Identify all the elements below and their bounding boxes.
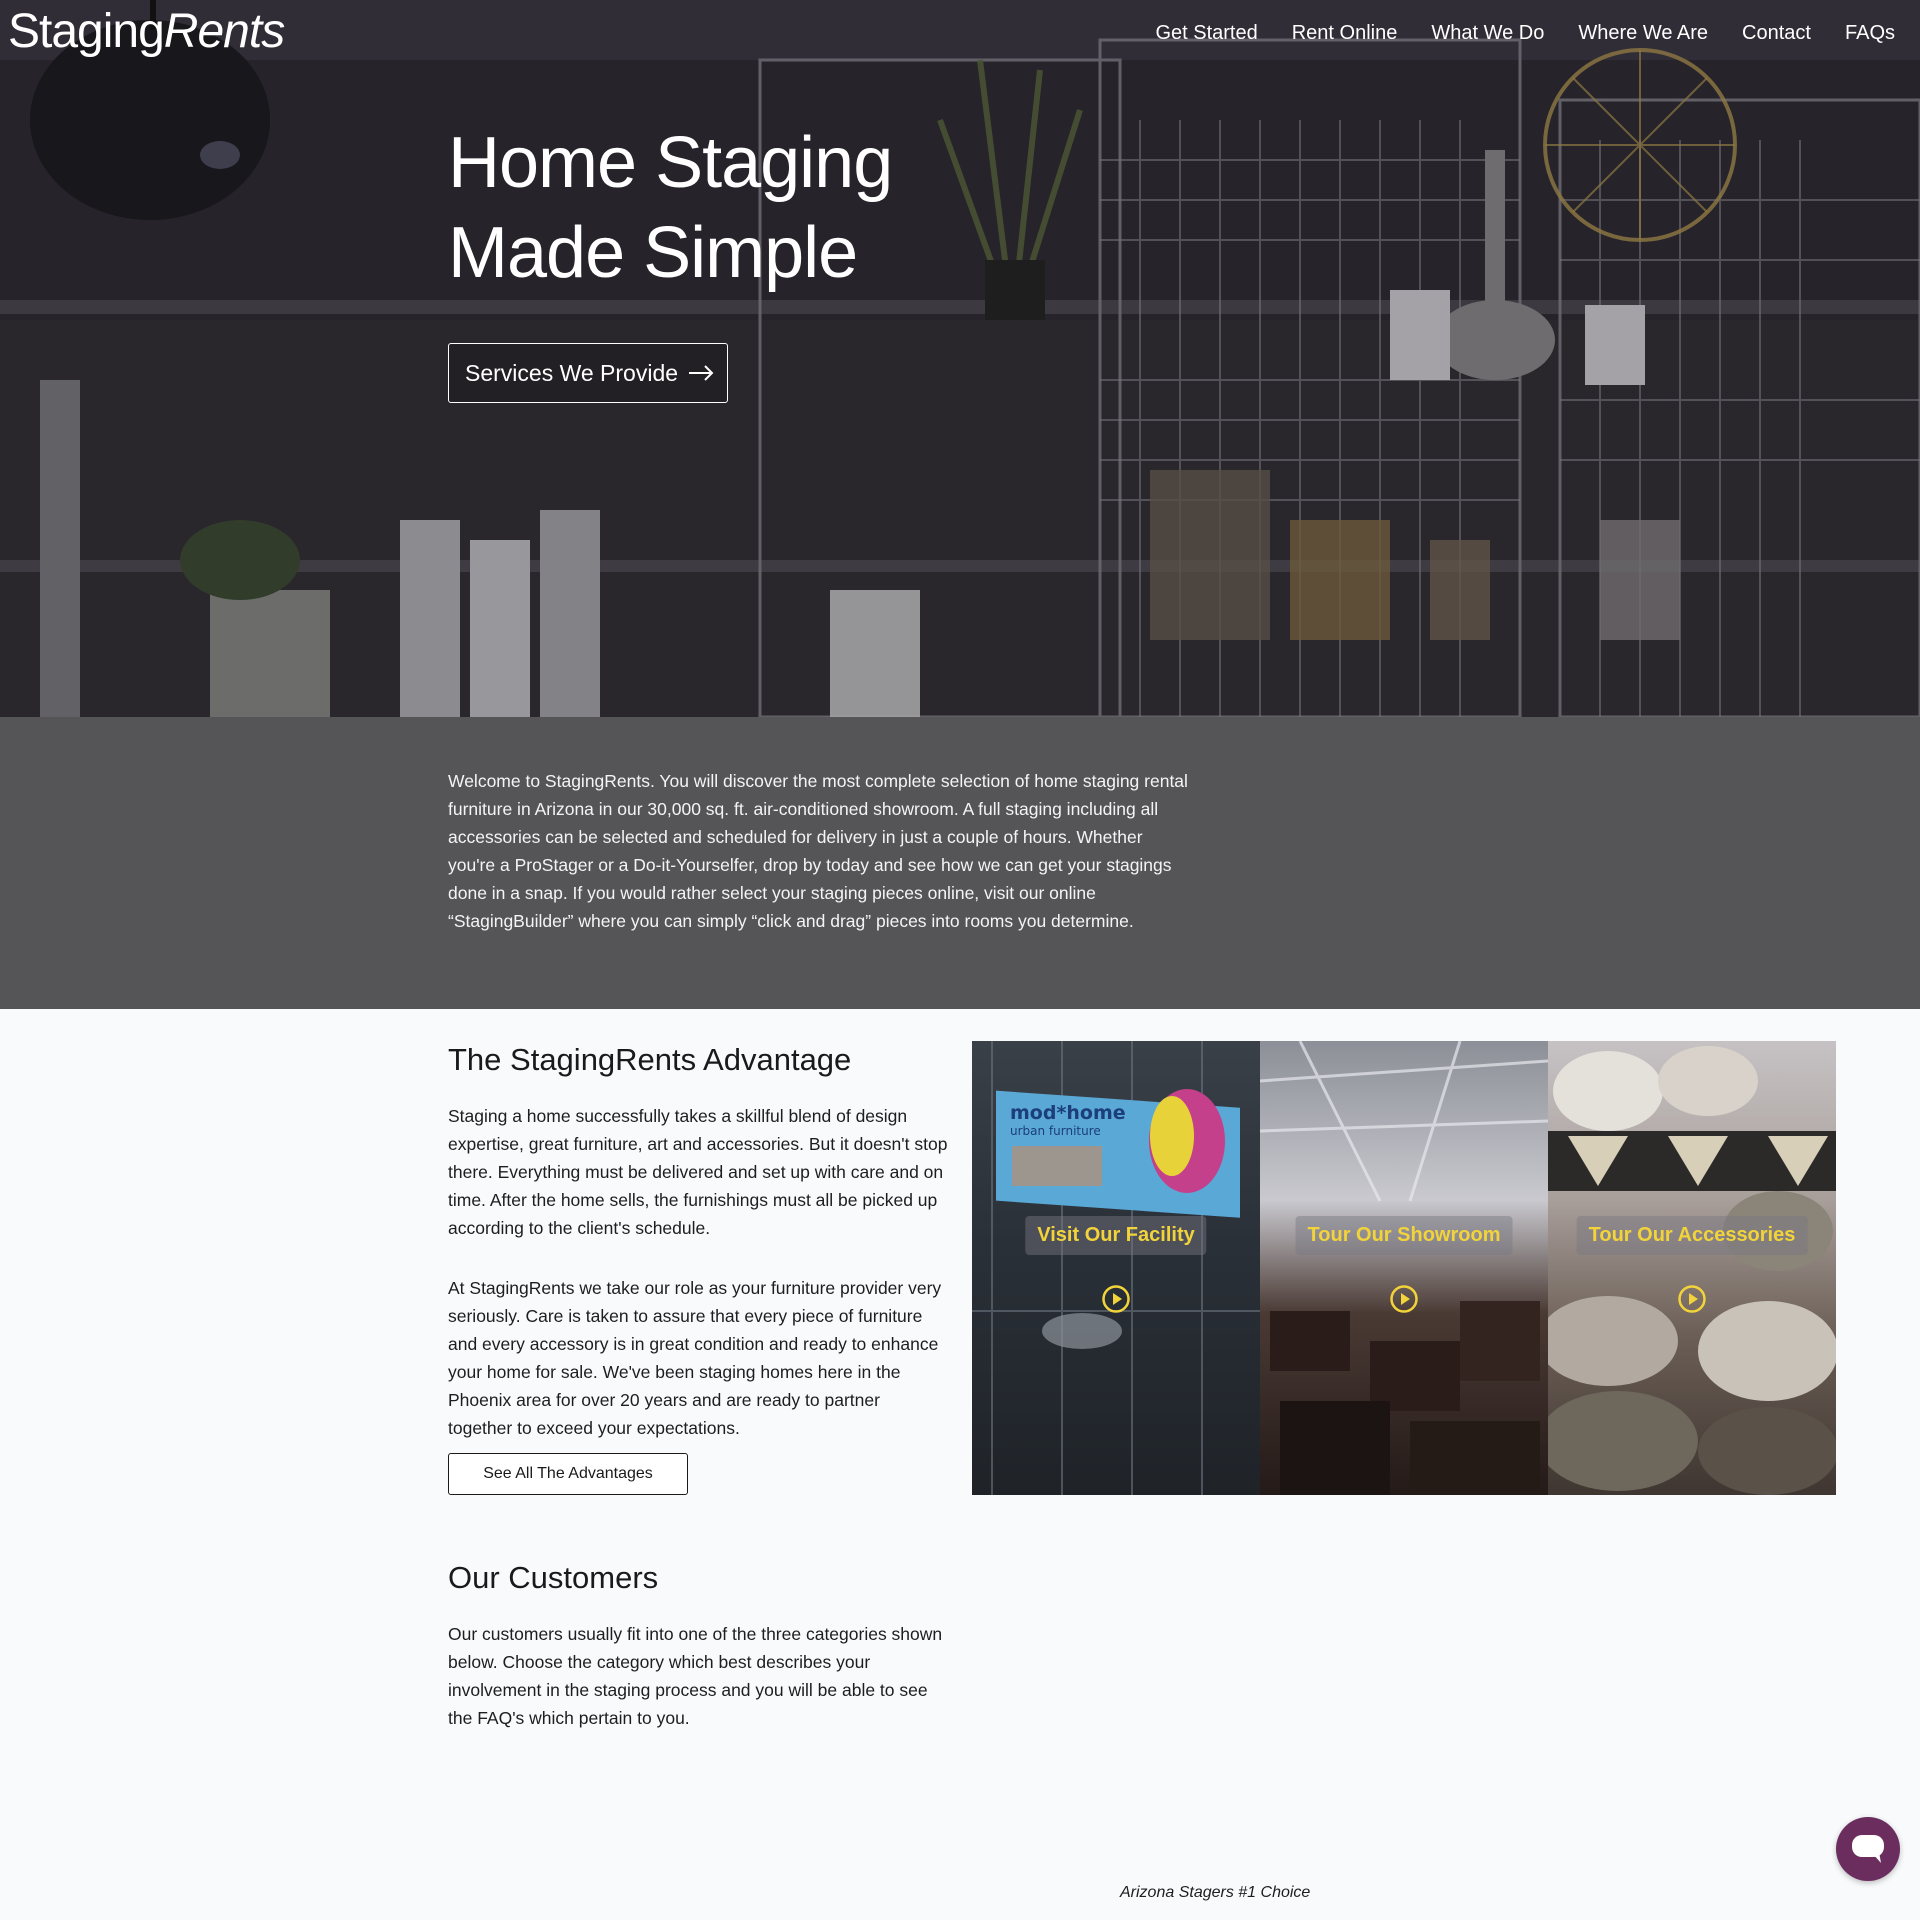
sign-line1: mod*home bbox=[1010, 1102, 1126, 1124]
nav-contact[interactable]: Contact bbox=[1742, 18, 1811, 48]
see-advantages-button[interactable]: See All The Advantages bbox=[448, 1453, 688, 1495]
advantage-title: The StagingRents Advantage bbox=[448, 1042, 852, 1077]
intro-text: Welcome to StagingRents. You will discov… bbox=[448, 771, 1188, 931]
showroom-image bbox=[1260, 1041, 1548, 1495]
tile-tour-showroom[interactable]: Tour Our Showroom bbox=[1260, 1041, 1548, 1495]
services-button-label: Services We Provide bbox=[465, 359, 679, 386]
sign-line2: urban furniture bbox=[1010, 1124, 1101, 1138]
video-tiles: mod*home urban furniture Visit Our Facil… bbox=[972, 1041, 1836, 1495]
hero-section: StagingRents Get Started Rent Online Wha… bbox=[0, 0, 1920, 717]
tile-label-showroom: Tour Our Showroom bbox=[1295, 1216, 1513, 1255]
play-icon[interactable] bbox=[1389, 1284, 1419, 1314]
nav-what-we-do[interactable]: What We Do bbox=[1431, 18, 1544, 48]
accessories-image bbox=[1548, 1046, 1836, 1495]
tile-visit-facility[interactable]: mod*home urban furniture Visit Our Facil… bbox=[972, 1041, 1260, 1495]
services-button[interactable]: Services We Provide bbox=[448, 343, 728, 403]
facility-image: mod*home urban furniture bbox=[972, 1041, 1260, 1495]
tile-label-accessories: Tour Our Accessories bbox=[1576, 1216, 1808, 1255]
site-logo[interactable]: StagingRents bbox=[8, 4, 285, 60]
hero-title-line1: Home Staging bbox=[448, 123, 893, 203]
nav-where-we-are[interactable]: Where We Are bbox=[1578, 18, 1708, 48]
nav-faqs[interactable]: FAQs bbox=[1845, 18, 1895, 48]
tile-tour-accessories[interactable]: Tour Our Accessories bbox=[1548, 1041, 1836, 1495]
nav-rent-online[interactable]: Rent Online bbox=[1292, 18, 1398, 48]
arrow-right-icon bbox=[689, 365, 714, 381]
customers-text: Our customers usually fit into one of th… bbox=[448, 1624, 943, 1728]
advantage-paragraph-2: At StagingRents we take our role as your… bbox=[448, 1278, 942, 1438]
nav-get-started[interactable]: Get Started bbox=[1155, 18, 1257, 48]
hero-title-line2: Made Simple bbox=[448, 213, 858, 293]
chat-icon bbox=[1852, 1835, 1884, 1863]
tagline-caption: Arizona Stagers #1 Choice bbox=[1120, 1884, 1311, 1901]
hero-title: Home Staging Made Simple bbox=[448, 118, 893, 298]
tile-label-facility: Visit Our Facility bbox=[1025, 1216, 1207, 1255]
advantage-paragraph-1: Staging a home successfully takes a skil… bbox=[448, 1106, 948, 1238]
customers-title: Our Customers bbox=[448, 1560, 659, 1595]
hero-overlay bbox=[0, 0, 1920, 717]
main-nav: Get Started Rent Online What We Do Where… bbox=[1155, 18, 1895, 48]
intro-band: Welcome to StagingRents. You will discov… bbox=[0, 717, 1920, 1009]
play-icon[interactable] bbox=[1677, 1284, 1707, 1314]
play-icon[interactable] bbox=[1101, 1284, 1131, 1314]
chat-button[interactable] bbox=[1836, 1817, 1900, 1881]
